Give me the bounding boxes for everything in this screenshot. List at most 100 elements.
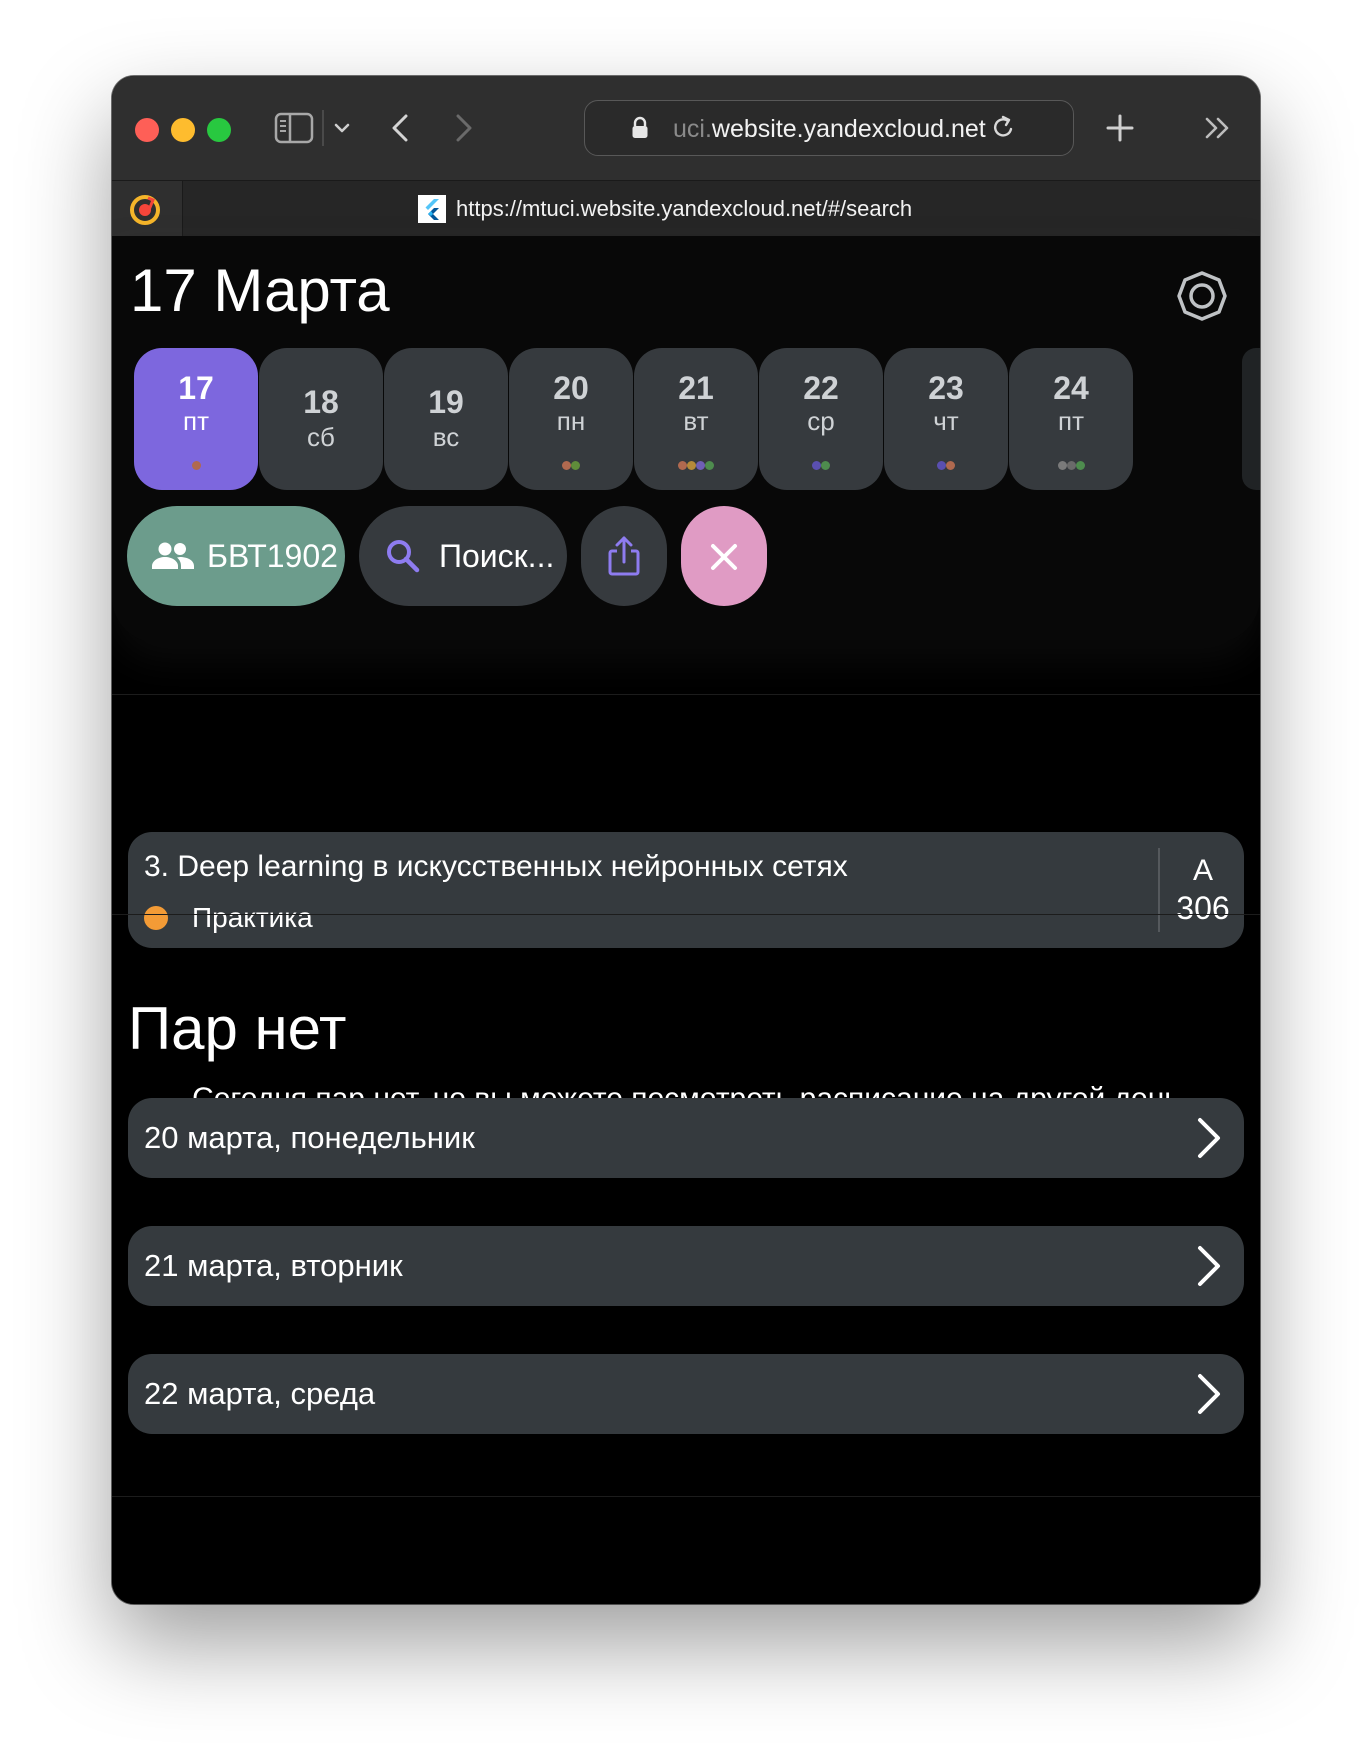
day-tile[interactable]: 22 ср: [759, 348, 883, 490]
back-icon[interactable]: [384, 106, 416, 150]
section-divider: [112, 694, 1260, 695]
lesson-dot: [1066, 461, 1076, 470]
search-button[interactable]: Поиск...: [359, 506, 567, 606]
day-tile[interactable]: 23 чт: [884, 348, 1008, 490]
day-number: 24: [1053, 370, 1089, 406]
music-app-icon: [128, 193, 162, 227]
lesson-dot: [1075, 461, 1085, 470]
lesson-type: Практика: [192, 902, 313, 933]
lesson-title: 3. Deep learning в искусственных нейронн…: [144, 850, 848, 883]
chevron-right-icon: [1192, 1116, 1224, 1160]
lesson-separator: [1158, 848, 1160, 932]
lesson-dot: [812, 461, 821, 470]
day-tile[interactable]: 21 вт: [634, 348, 758, 490]
close-icon: [710, 542, 738, 570]
address-bar[interactable]: uci.website.yandexcloud.net: [584, 100, 1074, 156]
day-strip-overflow: [1242, 348, 1260, 490]
empty-title: Пар нет: [128, 995, 347, 1062]
day-number: 19: [428, 384, 464, 420]
section-divider: [112, 914, 1260, 915]
day-number: 18: [303, 384, 339, 420]
lesson-dots: [134, 461, 258, 470]
day-number: 21: [678, 370, 714, 406]
flutter-icon: [418, 195, 446, 223]
url-text: uci.website.yandexcloud.net: [673, 115, 986, 143]
group-label: БВТ1902: [207, 537, 338, 574]
page-title: 17 Марта: [130, 257, 390, 324]
other-day-label: 20 марта, понедельник: [144, 1120, 475, 1155]
toolbar-separator: [322, 110, 324, 146]
close-window-button[interactable]: [135, 118, 159, 142]
lesson-dots: [1009, 461, 1133, 470]
lesson-card[interactable]: 3. Deep learning в искусственных нейронн…: [128, 832, 1244, 948]
chevron-right-icon: [1192, 1372, 1224, 1416]
lesson-dots: [759, 461, 883, 470]
other-day-label: 22 марта, среда: [144, 1376, 376, 1411]
other-day-label: 21 марта, вторник: [144, 1248, 403, 1283]
lesson-dot: [821, 461, 830, 470]
search-icon: [385, 538, 421, 574]
lesson-dot: [946, 461, 955, 470]
lesson-dot: [678, 461, 687, 470]
lesson-dot: [705, 461, 714, 470]
day-weekday: вт: [683, 406, 709, 436]
day-tile[interactable]: 20 пн: [509, 348, 633, 490]
reload-icon[interactable]: [989, 113, 1017, 143]
chevron-down-icon[interactable]: [330, 114, 354, 142]
other-day-link[interactable]: 22 марта, среда: [128, 1354, 1244, 1434]
day-weekday: сб: [307, 422, 335, 452]
lesson-dot: [937, 461, 946, 470]
sidebar-icon[interactable]: [272, 106, 316, 150]
more-tabs-icon[interactable]: [1198, 110, 1238, 146]
day-weekday: ср: [807, 406, 835, 436]
search-label: Поиск...: [439, 537, 555, 574]
day-weekday: пт: [183, 406, 209, 436]
lesson-dots: [509, 461, 633, 470]
active-tab[interactable]: https://mtuci.website.yandexcloud.net/#/…: [418, 195, 912, 223]
people-icon: [151, 541, 195, 571]
day-number: 17: [178, 370, 214, 406]
lesson-dots: [884, 461, 1008, 470]
new-tab-icon[interactable]: [1098, 106, 1142, 150]
tab-bar: https://mtuci.website.yandexcloud.net/#/…: [112, 180, 1260, 237]
section-divider: [112, 1496, 1260, 1497]
day-weekday: чт: [933, 406, 959, 436]
room-building: А: [1192, 854, 1213, 887]
day-weekday: вс: [432, 422, 460, 452]
forward-icon[interactable]: [448, 106, 480, 150]
day-tile[interactable]: 17 пт: [134, 348, 258, 490]
share-button[interactable]: [581, 506, 667, 606]
settings-icon[interactable]: [1176, 270, 1228, 322]
share-icon: [606, 534, 642, 578]
minimize-window-button[interactable]: [171, 118, 195, 142]
day-number: 23: [928, 370, 964, 406]
page-content: 17 Марта 17 пт 18 сб 19 вс 20 пн 21 вт 22 ср 23 чт 24 п…: [112, 236, 1260, 1604]
browser-toolbar: uci.website.yandexcloud.net: [112, 76, 1260, 180]
lesson-dot: [562, 461, 571, 470]
day-tile[interactable]: 18 сб: [259, 348, 383, 490]
lesson-dot: [696, 461, 705, 470]
room-number: 306: [1176, 890, 1230, 926]
lesson-dot: [1057, 461, 1067, 470]
close-button[interactable]: [681, 506, 767, 606]
day-number: 22: [803, 370, 839, 406]
browser-window: uci.website.yandexcloud.net https://mtuc…: [112, 76, 1260, 1604]
day-tile[interactable]: 19 вс: [384, 348, 508, 490]
tab-title: https://mtuci.website.yandexcloud.net/#/…: [456, 196, 913, 221]
day-number: 20: [553, 370, 589, 406]
day-tile[interactable]: 24 пт: [1009, 348, 1133, 490]
other-day-link[interactable]: 20 марта, понедельник: [128, 1098, 1244, 1178]
lesson-dots: [634, 461, 758, 470]
zoom-window-button[interactable]: [207, 118, 231, 142]
extension-tab[interactable]: [112, 181, 183, 237]
lock-icon: [629, 115, 651, 141]
day-weekday: пн: [556, 406, 586, 436]
lesson-type-dot: [144, 906, 168, 930]
lesson-dot: [191, 461, 201, 470]
group-button[interactable]: БВТ1902: [127, 506, 345, 606]
chevron-right-icon: [1192, 1244, 1224, 1288]
lesson-dot: [687, 461, 696, 470]
day-weekday: пт: [1058, 406, 1084, 436]
lesson-dot: [571, 461, 580, 470]
other-day-link[interactable]: 21 марта, вторник: [128, 1226, 1244, 1306]
